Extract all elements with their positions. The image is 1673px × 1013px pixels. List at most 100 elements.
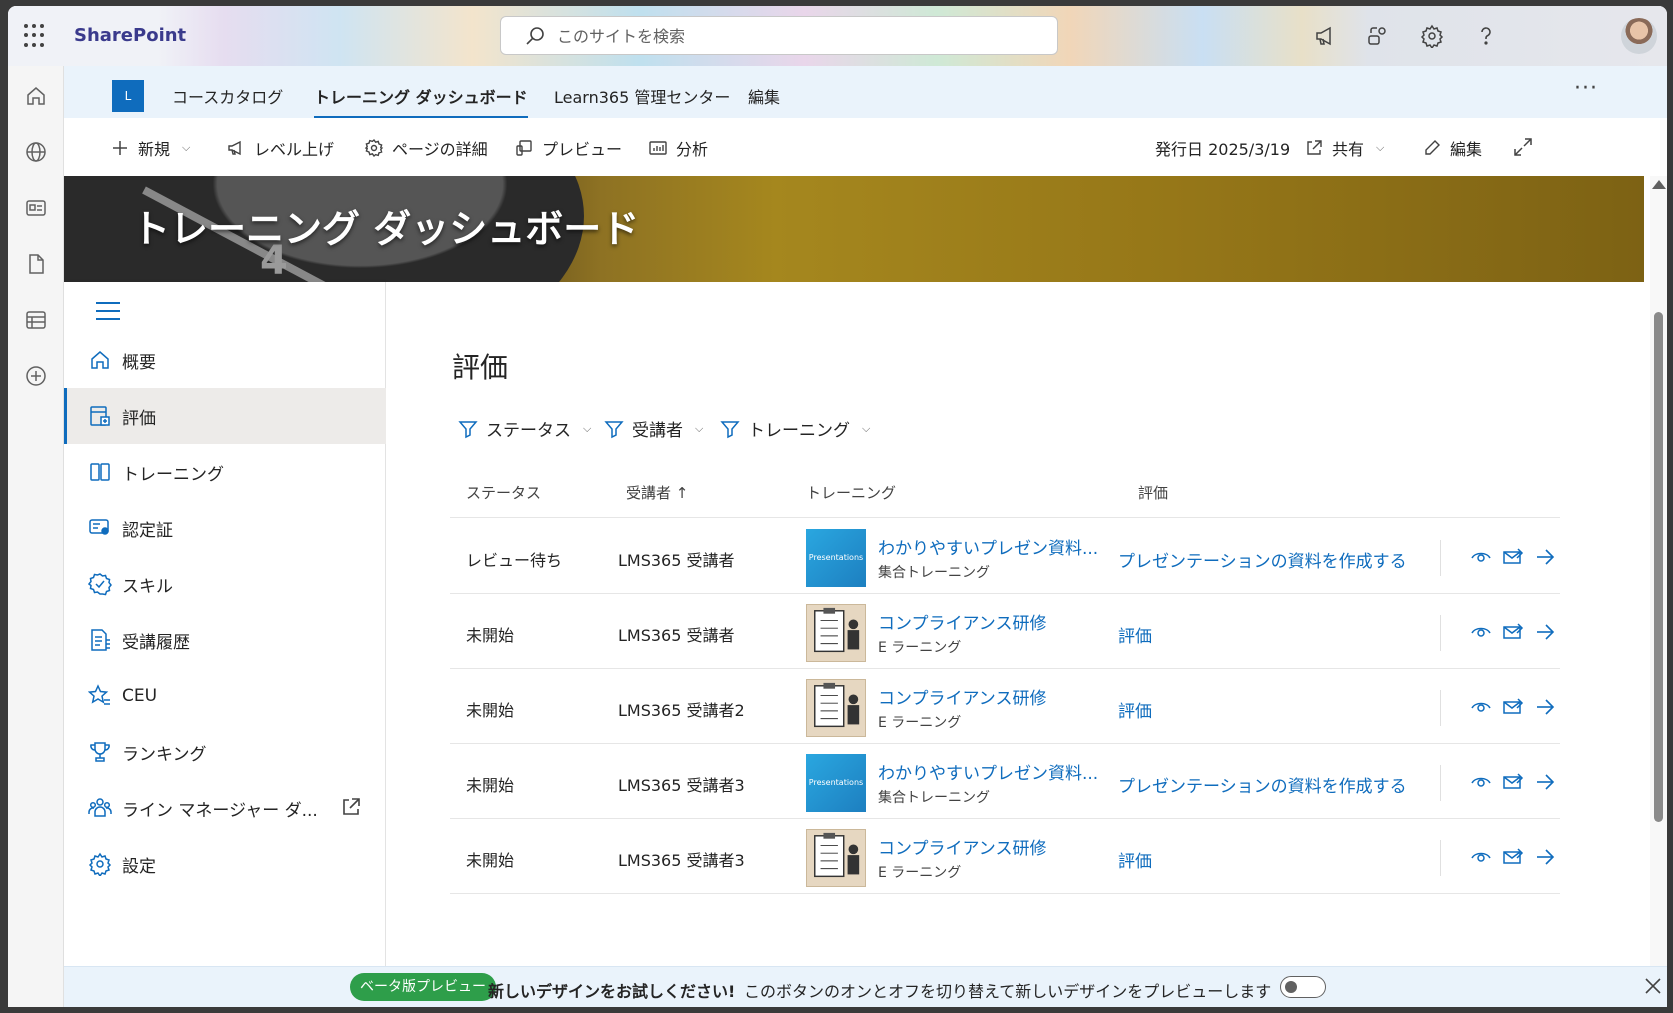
brand-name[interactable]: SharePoint: [74, 25, 186, 46]
training-link[interactable]: わかりやすいプレゼン資料...: [878, 534, 1098, 559]
training-link[interactable]: わかりやすいプレゼン資料...: [878, 759, 1098, 784]
training-thumbnail[interactable]: [806, 829, 866, 887]
table-row[interactable]: 未開始 LMS365 受講者 コンプライアンス研修 E ラーニング 評価: [450, 593, 1560, 673]
settings-icon[interactable]: [1420, 24, 1444, 48]
training-type: E ラーニング: [878, 640, 962, 656]
new-design-toggle[interactable]: [1280, 976, 1326, 998]
mail-edit-icon[interactable]: [1502, 621, 1524, 643]
level-up-button[interactable]: レベル上げ: [226, 136, 334, 160]
assessment-link[interactable]: 評価: [1118, 622, 1152, 647]
arrow-right-icon[interactable]: [1534, 546, 1556, 568]
assessment-link[interactable]: プレゼンテーションの資料を作成する: [1118, 547, 1407, 572]
menu-item-label: 設定: [122, 856, 156, 877]
column-divider: [1440, 540, 1441, 576]
list-icon[interactable]: [24, 308, 48, 332]
menu-item-line-manager[interactable]: ライン マネージャー ダ...: [64, 780, 386, 836]
nav-edit[interactable]: 編集: [748, 84, 780, 108]
app-launcher-icon[interactable]: [24, 24, 48, 48]
scroll-up-arrow-icon[interactable]: [1652, 180, 1666, 189]
view-eye-icon[interactable]: [1470, 696, 1492, 718]
table-row[interactable]: 未開始 LMS365 受講者3 Presentations わかりやすいプレゼン資料.…: [450, 743, 1560, 823]
menu-item-ceu[interactable]: CEU: [64, 668, 386, 724]
filter-status[interactable]: ステータス ⌵: [458, 416, 591, 441]
trophy-icon: [90, 742, 110, 762]
news-icon[interactable]: [24, 196, 48, 220]
new-button[interactable]: 新規 ⌵: [110, 136, 190, 160]
training-thumbnail[interactable]: [806, 679, 866, 737]
site-logo[interactable]: L: [112, 80, 144, 112]
mail-edit-icon[interactable]: [1502, 546, 1524, 568]
analytics-button[interactable]: 分析: [648, 136, 708, 160]
table-row[interactable]: 未開始 LMS365 受講者2 コンプライアンス研修 E ラーニング 評価: [450, 668, 1560, 748]
document-list-icon: [91, 629, 110, 651]
close-icon[interactable]: [1642, 975, 1664, 997]
mail-edit-icon[interactable]: [1502, 771, 1524, 793]
arrow-right-icon[interactable]: [1534, 696, 1556, 718]
search-input[interactable]: [557, 25, 1027, 47]
view-eye-icon[interactable]: [1470, 846, 1492, 868]
column-header-status[interactable]: ステータス: [466, 482, 541, 503]
search-box[interactable]: [500, 16, 1058, 55]
filter-training[interactable]: トレーニング ⌵: [720, 416, 870, 441]
menu-item-label: CEU: [122, 686, 158, 706]
file-icon[interactable]: [24, 252, 48, 276]
column-header-learner[interactable]: 受講者 ↑: [626, 482, 688, 503]
side-menu: 概要 評価 トレーニング 認定証 スキル 受講履歴 CEU ランキング ライン …: [64, 282, 386, 966]
expand-icon[interactable]: [1512, 136, 1534, 158]
column-header-training[interactable]: トレーニング: [806, 482, 896, 503]
external-link-icon[interactable]: [340, 796, 362, 818]
training-thumbnail[interactable]: Presentations: [806, 529, 866, 587]
home-icon: [91, 351, 109, 369]
globe-icon[interactable]: [24, 140, 48, 164]
browser-window: SharePoint L コースカタログ トレーニング ダッシュボード Lear…: [8, 6, 1667, 1007]
scrollbar-thumb[interactable]: [1654, 312, 1663, 822]
menu-item-certificates[interactable]: 認定証: [64, 500, 386, 556]
nav-course-catalog[interactable]: コースカタログ: [172, 84, 283, 108]
training-link[interactable]: コンプライアンス研修: [878, 834, 1046, 859]
app-switch-icon[interactable]: [1366, 24, 1390, 48]
menu-item-ranking[interactable]: ランキング: [64, 724, 386, 780]
menu-item-assessment[interactable]: 評価: [64, 388, 386, 444]
nav-learn365-admin[interactable]: Learn365 管理センター: [554, 84, 730, 108]
hamburger-menu-icon[interactable]: [96, 302, 120, 320]
assessment-link[interactable]: 評価: [1118, 847, 1152, 872]
star-list-icon: [88, 684, 110, 705]
training-thumbnail[interactable]: Presentations: [806, 754, 866, 812]
training-link[interactable]: コンプライアンス研修: [878, 684, 1046, 709]
table-row[interactable]: レビュー待ち LMS365 受講者 Presentations わかりやすいプレゼン資…: [450, 518, 1560, 598]
view-eye-icon[interactable]: [1470, 771, 1492, 793]
arrow-right-icon[interactable]: [1534, 621, 1556, 643]
add-circle-icon[interactable]: [24, 364, 48, 388]
assessment-link[interactable]: プレゼンテーションの資料を作成する: [1118, 772, 1407, 797]
mail-edit-icon[interactable]: [1502, 846, 1524, 868]
training-thumbnail[interactable]: [806, 604, 866, 662]
home-rail-icon[interactable]: [24, 84, 48, 108]
preview-button[interactable]: プレビュー: [514, 136, 622, 160]
mail-edit-icon[interactable]: [1502, 696, 1524, 718]
page-title: 評価: [452, 351, 509, 384]
gear-icon: [364, 138, 384, 158]
arrow-right-icon[interactable]: [1534, 846, 1556, 868]
view-eye-icon[interactable]: [1470, 546, 1492, 568]
menu-item-history[interactable]: 受講履歴: [64, 612, 386, 668]
arrow-right-icon[interactable]: [1534, 771, 1556, 793]
view-eye-icon[interactable]: [1470, 621, 1492, 643]
menu-item-skills[interactable]: スキル: [64, 556, 386, 612]
filter-learner[interactable]: 受講者 ⌵: [604, 416, 703, 441]
column-header-assessment[interactable]: 評価: [1138, 482, 1168, 503]
table-row[interactable]: 未開始 LMS365 受講者3 コンプライアンス研修 E ラーニング 評価: [450, 818, 1560, 898]
more-options-icon[interactable]: ···: [1574, 76, 1598, 101]
training-link[interactable]: コンプライアンス研修: [878, 609, 1046, 634]
nav-training-dashboard[interactable]: トレーニング ダッシュボード: [314, 84, 528, 118]
page-details-button[interactable]: ページの詳細: [364, 136, 488, 160]
edit-button[interactable]: 編集: [1422, 136, 1482, 160]
menu-item-overview[interactable]: 概要: [64, 332, 386, 388]
menu-item-settings[interactable]: 設定: [64, 836, 386, 892]
share-button[interactable]: 共有 ⌵: [1304, 136, 1384, 160]
menu-item-training[interactable]: トレーニング: [64, 444, 386, 500]
user-avatar[interactable]: [1621, 18, 1657, 54]
vertical-scrollbar[interactable]: [1650, 176, 1667, 966]
help-icon[interactable]: [1474, 24, 1498, 48]
megaphone-icon[interactable]: [1313, 24, 1337, 48]
assessment-link[interactable]: 評価: [1118, 697, 1152, 722]
